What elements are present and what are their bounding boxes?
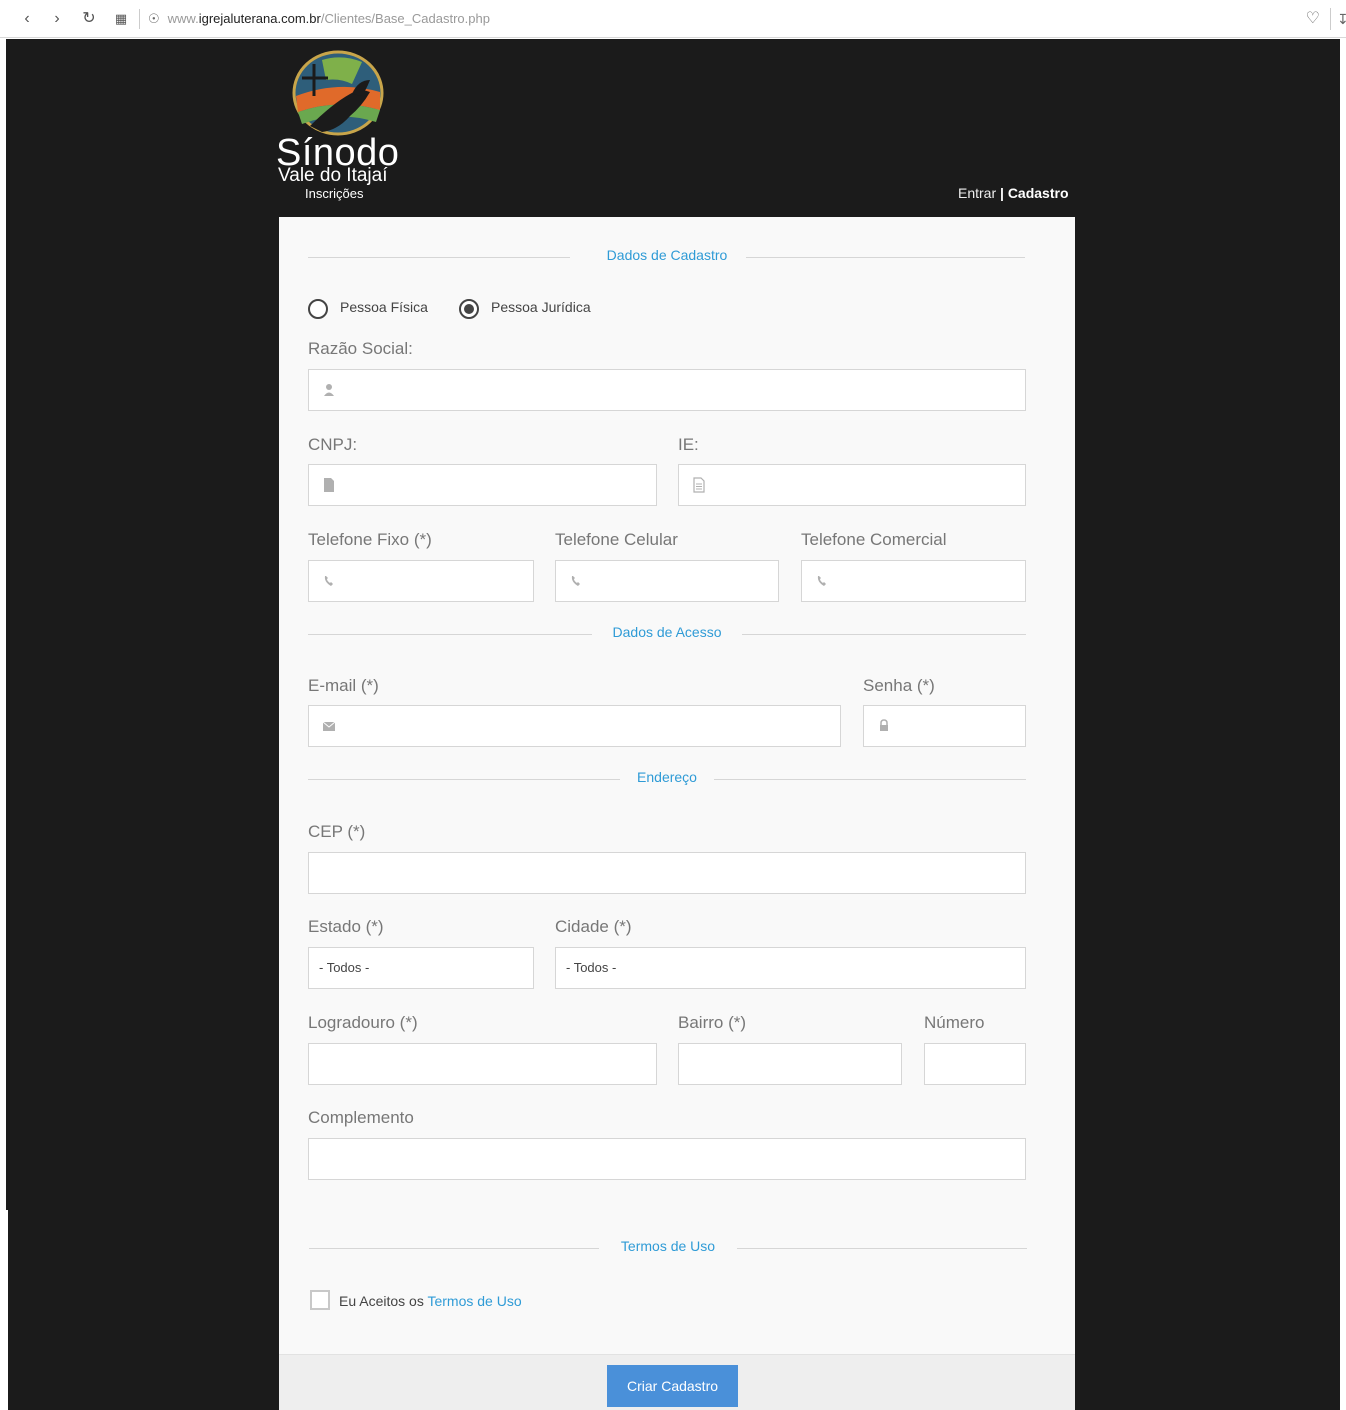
- label-estado: Estado (*): [308, 917, 384, 936]
- auth-links: Entrar | Cadastro: [958, 185, 1069, 201]
- label-telefone-comercial: Telefone Comercial: [801, 530, 947, 549]
- cidade-selected-value: - Todos -: [566, 960, 617, 975]
- terms-prefix: Eu Aceitos os: [339, 1293, 424, 1309]
- url-prefix: www.: [167, 11, 199, 26]
- register-link[interactable]: | Cadastro: [1000, 185, 1069, 201]
- section-divider: [742, 634, 1026, 635]
- section-divider: [714, 779, 1026, 780]
- label-cidade: Cidade (*): [555, 917, 632, 936]
- download-icon[interactable]: ↧: [1330, 8, 1346, 30]
- file-icon: [324, 478, 334, 492]
- terms-link[interactable]: Termos de Uso: [427, 1293, 521, 1309]
- ie-input[interactable]: [678, 464, 1026, 506]
- section-divider: [308, 779, 620, 780]
- section-title-cadastro: Dados de Cadastro: [606, 247, 728, 263]
- user-icon: [324, 384, 334, 396]
- login-link[interactable]: Entrar: [958, 185, 996, 201]
- terms-label: Eu Aceitos os Termos de Uso: [339, 1293, 522, 1309]
- section-divider: [308, 257, 570, 258]
- url-domain: igrejaluterana.com.br: [198, 11, 321, 26]
- phone-icon: [817, 576, 826, 586]
- page-edge: [0, 1210, 8, 1410]
- senha-input[interactable]: [863, 705, 1026, 747]
- site-logo[interactable]: Sínodo Vale do Itajaí Inscrições: [276, 50, 400, 204]
- label-ie: IE:: [678, 435, 699, 454]
- logo-subtitle: Vale do Itajaí: [278, 165, 388, 186]
- email-input[interactable]: [308, 705, 841, 747]
- label-telefone-fixo: Telefone Fixo (*): [308, 530, 432, 549]
- section-divider: [746, 257, 1025, 258]
- label-razao-social: Razão Social:: [308, 339, 413, 358]
- section-title-endereco: Endereço: [637, 769, 697, 785]
- terms-checkbox[interactable]: [310, 1290, 330, 1310]
- url-path: /Clientes/Base_Cadastro.php: [320, 11, 490, 26]
- forward-icon[interactable]: ›: [46, 8, 68, 30]
- globe-icon: ☉: [148, 11, 160, 26]
- reload-icon[interactable]: ↻: [78, 8, 100, 30]
- logradouro-input[interactable]: [308, 1043, 657, 1085]
- section-divider: [737, 1248, 1027, 1249]
- radio-label-pessoa-juridica[interactable]: Pessoa Jurídica: [491, 299, 591, 315]
- browser-toolbar: ‹ › ↻ ▦ ☉ www.igrejaluterana.com.br/Clien…: [0, 0, 1346, 38]
- cidade-select[interactable]: - Todos -: [555, 947, 1026, 989]
- phone-icon: [324, 576, 333, 586]
- label-complemento: Complemento: [308, 1108, 414, 1127]
- logo-emblem-icon: [292, 50, 384, 136]
- section-title-termos: Termos de Uso: [620, 1238, 716, 1254]
- label-telefone-celular: Telefone Celular: [555, 530, 678, 549]
- label-logradouro: Logradouro (*): [308, 1013, 418, 1032]
- label-cep: CEP (*): [308, 822, 366, 841]
- logo-tagline: Inscrições: [305, 186, 364, 201]
- section-title-acesso: Dados de Acesso: [612, 624, 722, 640]
- document-icon: [693, 477, 705, 493]
- create-account-button[interactable]: Criar Cadastro: [607, 1365, 738, 1407]
- cep-input[interactable]: [308, 852, 1026, 894]
- numero-input[interactable]: [924, 1043, 1026, 1085]
- address-bar[interactable]: ☉ www.igrejaluterana.com.br/Clientes/Base…: [148, 8, 490, 30]
- telefone-comercial-input[interactable]: [801, 560, 1026, 602]
- estado-select[interactable]: - Todos -: [308, 947, 534, 989]
- section-divider: [309, 1248, 599, 1249]
- label-email: E-mail (*): [308, 676, 379, 695]
- estado-selected-value: - Todos -: [319, 960, 370, 975]
- label-bairro: Bairro (*): [678, 1013, 747, 1032]
- cnpj-input[interactable]: [308, 464, 657, 506]
- telefone-fixo-input[interactable]: [308, 560, 534, 602]
- radio-label-pessoa-fisica[interactable]: Pessoa Física: [340, 299, 428, 315]
- razao-social-input[interactable]: [308, 369, 1026, 411]
- label-numero: Número: [924, 1013, 985, 1032]
- back-icon[interactable]: ‹: [16, 8, 38, 30]
- label-senha: Senha (*): [863, 676, 935, 695]
- complemento-input[interactable]: [308, 1138, 1026, 1180]
- radio-pessoa-juridica[interactable]: [459, 299, 479, 319]
- lock-icon: [880, 719, 888, 731]
- grid-icon[interactable]: ▦: [110, 8, 132, 30]
- bairro-input[interactable]: [678, 1043, 902, 1085]
- label-cnpj: CNPJ:: [308, 435, 358, 454]
- heart-icon[interactable]: ♡: [1306, 8, 1320, 30]
- telefone-celular-input[interactable]: [555, 560, 779, 602]
- phone-icon: [571, 576, 580, 586]
- radio-pessoa-fisica[interactable]: [308, 299, 328, 319]
- toolbar-divider: [139, 9, 140, 29]
- section-divider: [308, 634, 592, 635]
- envelope-icon: [322, 721, 336, 731]
